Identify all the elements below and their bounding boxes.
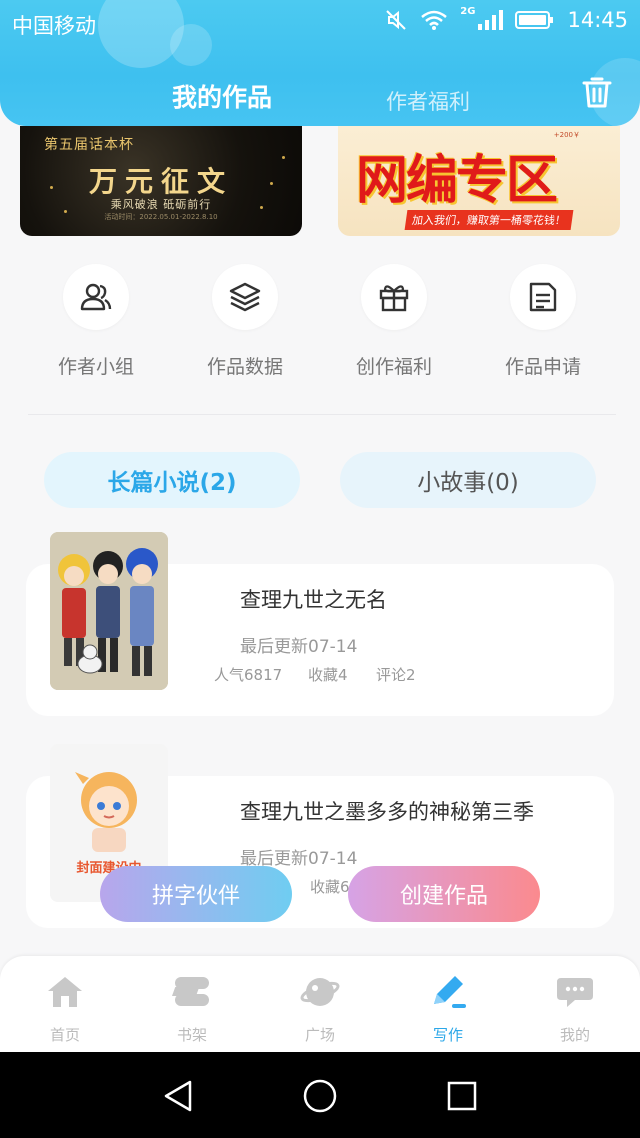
document-icon: [529, 282, 557, 312]
tab-my-works[interactable]: 我的作品: [172, 78, 272, 114]
work-comments: 评论2: [376, 666, 416, 684]
action-creative-benefits[interactable]: 创作福利: [329, 264, 459, 379]
clock: 14:45: [567, 8, 628, 32]
network-type: 2G: [460, 5, 476, 17]
nav-bookshelf[interactable]: 书架: [142, 974, 242, 1045]
users-icon: [80, 283, 112, 311]
nav-label: 书架: [176, 1026, 207, 1044]
banner-bonus: +200￥: [553, 131, 580, 139]
carrier-name: 中国移动: [12, 14, 96, 38]
delete-button[interactable]: [580, 74, 614, 110]
banner-contest-edition: 第五届话本杯: [44, 137, 134, 153]
wifi-icon: [421, 10, 448, 30]
layers-icon: [229, 282, 261, 312]
nav-square[interactable]: 广场: [270, 974, 370, 1045]
chat-icon: [557, 978, 593, 1007]
mute-icon: [386, 10, 407, 30]
pen-icon: [434, 976, 466, 1008]
cover-illustration: [50, 532, 168, 690]
signal-icon: [478, 10, 504, 30]
contest-banner[interactable]: 第五届话本杯 万元征文 乘风破浪 砥砺前行 活动时间：2022.05.01-20…: [20, 126, 302, 236]
home-circle-icon[interactable]: [302, 1078, 338, 1114]
action-icon-circle: [510, 264, 576, 330]
action-label: 创作福利: [355, 356, 432, 378]
nav-home[interactable]: 首页: [15, 974, 115, 1045]
work-title: 查理九世之无名: [240, 588, 387, 612]
action-icon-circle: [212, 264, 278, 330]
nav-label: 广场: [304, 1026, 335, 1044]
nav-label: 我的: [559, 1026, 590, 1044]
nav-mine[interactable]: 我的: [525, 974, 625, 1045]
banner-editor-title: 网编专区: [356, 151, 558, 211]
category-story-tab[interactable]: 小故事(0): [340, 452, 596, 508]
back-icon[interactable]: [160, 1078, 196, 1114]
nav-write[interactable]: 写作: [398, 974, 498, 1045]
nav-label: 写作: [432, 1026, 463, 1044]
system-navigation-bar: [0, 1052, 640, 1138]
banner-contest-date: 活动时间：2022.05.01-2022.8.10: [104, 213, 218, 221]
category-novel-tab[interactable]: 长篇小说(2): [44, 452, 300, 508]
work-title: 查理九世之墨多多的神秘第三季: [240, 800, 534, 824]
status-bar: 中国移动 2G 14:45: [0, 0, 640, 46]
gift-icon: [379, 285, 409, 312]
app-header: 中国移动 2G 14:45 我的作品 作者福利: [0, 0, 640, 126]
section-divider: [28, 414, 616, 415]
action-label: 作者小组: [57, 356, 134, 378]
action-author-group[interactable]: 作者小组: [31, 264, 161, 379]
home-icon: [48, 977, 82, 1007]
editor-zone-banner[interactable]: +200￥ 网编专区 加入我们，赚取第一桶零花钱！: [338, 126, 620, 236]
action-work-data[interactable]: 作品数据: [180, 264, 310, 379]
banner-contest-title: 万元征文: [88, 165, 233, 198]
work-cover-image[interactable]: [50, 532, 168, 690]
tab-author-benefits[interactable]: 作者福利: [386, 86, 470, 116]
work-favorites: 收藏6: [310, 878, 350, 896]
action-label: 作品数据: [206, 356, 283, 378]
trash-icon: [582, 77, 612, 108]
work-popularity: 人气6817: [214, 666, 283, 684]
work-favorites: 收藏4: [308, 666, 348, 684]
banner-editor-slogan: 加入我们，赚取第一桶零花钱！: [404, 210, 574, 230]
bookshelf-icon: [171, 977, 209, 1006]
recents-icon[interactable]: [446, 1080, 478, 1112]
nav-label: 首页: [49, 1026, 80, 1044]
action-label: 作品申请: [504, 356, 581, 378]
action-icon-circle: [63, 264, 129, 330]
action-icon-circle: [361, 264, 427, 330]
bottom-navigation: 首页 书架 广场 写作 我的: [0, 956, 640, 1052]
word-partner-button[interactable]: 拼字伙伴: [100, 866, 292, 922]
battery-icon: [515, 11, 554, 29]
action-work-application[interactable]: 作品申请: [478, 264, 608, 379]
create-work-button[interactable]: 创建作品: [348, 866, 540, 922]
work-updated: 最后更新07-14: [240, 637, 358, 657]
status-icons: 2G 14:45: [384, 5, 628, 32]
planet-icon: [300, 978, 340, 1006]
banner-contest-slogan: 乘风破浪 砥砺前行: [110, 198, 212, 211]
